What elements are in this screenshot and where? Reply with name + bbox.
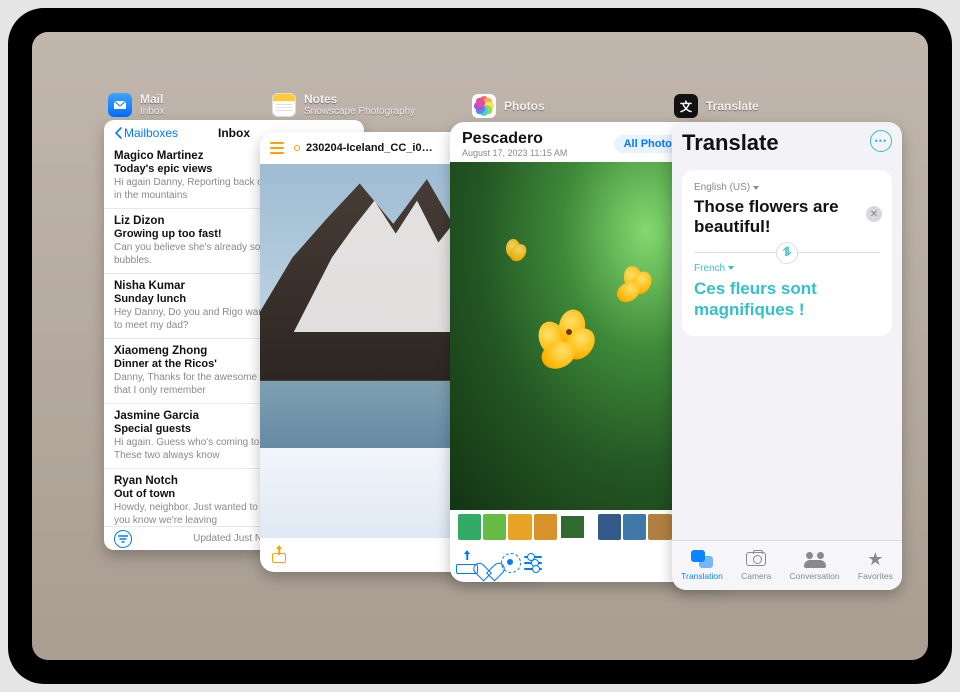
- app-switcher-header-translate[interactable]: 文 Translate: [674, 94, 759, 118]
- mail-app-icon: [108, 93, 132, 117]
- mail-title: Inbox: [218, 126, 250, 140]
- star-icon: ★: [864, 550, 886, 568]
- translate-panel: English (US) Those flowers are beautiful…: [682, 170, 892, 336]
- translate-heading: Translate: [682, 130, 779, 156]
- more-icon[interactable]: •••: [870, 130, 892, 152]
- mail-header-subtitle: Inbox: [140, 106, 164, 117]
- notes-header-title: Notes: [304, 92, 415, 106]
- translate-tab-bar: Translation Camera Conversation ★ Favori…: [672, 540, 902, 590]
- app-switcher-header-notes[interactable]: Notes Snowscape Photography: [272, 92, 415, 117]
- favorite-icon[interactable]: [478, 552, 500, 574]
- photos-album-title: Pescadero: [462, 130, 567, 148]
- tab-camera[interactable]: Camera: [741, 550, 771, 581]
- photos-app-icon: [472, 94, 496, 118]
- tab-conversation[interactable]: Conversation: [790, 550, 840, 581]
- device-frame: Mail Inbox Notes Snowscape Photography P…: [8, 8, 952, 684]
- source-language-button[interactable]: English (US): [694, 182, 880, 193]
- translated-text: Ces fleurs sont magnifiques !: [694, 278, 880, 321]
- mail-back-label: Mailboxes: [124, 126, 178, 140]
- photos-date: August 17, 2023 11:15 AM: [462, 148, 567, 158]
- translate-header-title: Translate: [706, 99, 759, 113]
- divider: ⥮: [694, 252, 880, 253]
- translate-header: Translate •••: [672, 122, 902, 164]
- translation-icon: [691, 550, 713, 568]
- app-card-translate[interactable]: Translate ••• English (US) Those flowers…: [672, 122, 902, 590]
- swap-languages-icon[interactable]: ⥮: [776, 242, 798, 264]
- tab-translation[interactable]: Translation: [681, 550, 723, 581]
- share-icon[interactable]: [272, 547, 286, 563]
- adjust-icon[interactable]: [522, 552, 544, 574]
- app-switcher-header-mail[interactable]: Mail Inbox: [108, 92, 164, 117]
- translate-app-icon: 文: [674, 94, 698, 118]
- photos-header-title: Photos: [504, 99, 545, 113]
- people-icon: [804, 552, 826, 566]
- app-switcher-header-photos[interactable]: Photos: [472, 94, 545, 118]
- notes-sidebar-icon[interactable]: [270, 140, 286, 156]
- tab-favorites[interactable]: ★ Favorites: [858, 550, 893, 581]
- notes-header-subtitle: Snowscape Photography: [304, 106, 415, 117]
- filter-icon[interactable]: [114, 530, 132, 548]
- clear-icon[interactable]: ✕: [866, 206, 882, 222]
- notes-app-icon: [272, 93, 296, 117]
- notes-bullet-icon: [294, 145, 300, 151]
- camera-icon: [746, 552, 766, 566]
- source-text[interactable]: Those flowers are beautiful!: [694, 197, 880, 238]
- target-language-button[interactable]: French: [694, 263, 880, 274]
- mail-back-button[interactable]: Mailboxes: [114, 126, 178, 140]
- screen: Mail Inbox Notes Snowscape Photography P…: [32, 32, 928, 660]
- mail-header-title: Mail: [140, 92, 164, 106]
